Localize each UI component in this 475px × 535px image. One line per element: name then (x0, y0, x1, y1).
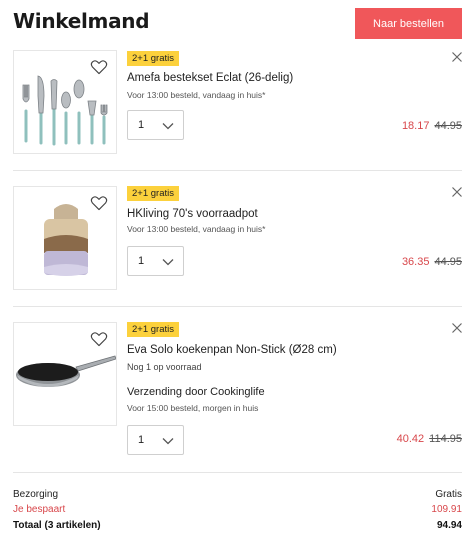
original-price: 114.95 (429, 433, 462, 445)
remove-item-close-icon[interactable] (451, 186, 463, 198)
quantity-select[interactable]: 1 (127, 425, 184, 455)
product-name[interactable]: Amefa bestekset Eclat (26-delig) (127, 72, 293, 84)
sale-price: 40.42 (396, 433, 425, 445)
page-title: Winkelmand (13, 9, 150, 33)
divider (13, 306, 462, 307)
chevron-down-icon (162, 123, 174, 130)
quantity-value: 1 (138, 255, 145, 267)
total-value: 94.94 (436, 520, 462, 531)
total-row: Totaal (3 artikelen) 94.94 (13, 520, 462, 534)
price: 36.35 44.95 (402, 256, 462, 268)
original-price: 44.95 (434, 256, 462, 268)
heart-icon[interactable] (90, 59, 108, 75)
heart-icon[interactable] (90, 195, 108, 211)
delivery-label: Bezorging (13, 489, 59, 500)
promo-badge: 2+1 gratis (127, 186, 179, 201)
product-name[interactable]: Eva Solo koekenpan Non-Stick (Ø28 cm) (127, 344, 337, 356)
promo-badge: 2+1 gratis (127, 51, 179, 66)
remove-item-close-icon[interactable] (451, 322, 463, 334)
price: 40.42 114.95 (397, 433, 462, 445)
total-label: Totaal (3 artikelen) (13, 520, 101, 531)
promo-badge: 2+1 gratis (127, 322, 179, 337)
sale-price: 18.17 (401, 120, 430, 132)
price: 18.17 44.95 (402, 120, 462, 132)
quantity-select[interactable]: 1 (127, 110, 184, 140)
checkout-button[interactable]: Naar bestellen (355, 8, 462, 39)
original-price: 44.95 (434, 120, 462, 132)
delivery-info: Voor 13:00 besteld, vandaag in huis* (127, 224, 266, 234)
cart-header: Winkelmand Naar bestellen (0, 0, 475, 46)
savings-value: 109.91 (431, 504, 462, 515)
delivery-info: Voor 13:00 besteld, vandaag in huis* (127, 90, 266, 100)
savings-row: Je bespaart 109.91 (13, 504, 462, 518)
delivery-row: Bezorging Gratis (13, 489, 462, 503)
chevron-down-icon (162, 438, 174, 445)
product-image[interactable] (13, 186, 117, 290)
stock-info: Nog 1 op voorraad (127, 362, 202, 372)
product-image[interactable] (13, 50, 117, 154)
delivery-info: Voor 15:00 besteld, morgen in huis (127, 403, 259, 413)
quantity-value: 1 (138, 434, 145, 446)
delivery-value: Gratis (435, 489, 462, 500)
product-name[interactable]: HKliving 70's voorraadpot (127, 208, 258, 220)
quantity-value: 1 (138, 119, 145, 131)
savings-label: Je bespaart (13, 504, 66, 515)
product-image[interactable] (13, 322, 117, 426)
divider (13, 472, 462, 473)
divider (13, 170, 462, 171)
quantity-select[interactable]: 1 (127, 246, 184, 276)
heart-icon[interactable] (90, 331, 108, 347)
sale-price: 36.35 (401, 256, 430, 268)
chevron-down-icon (162, 259, 174, 266)
shipping-info: Verzending door Cookinglife (127, 386, 265, 398)
remove-item-close-icon[interactable] (451, 51, 463, 63)
